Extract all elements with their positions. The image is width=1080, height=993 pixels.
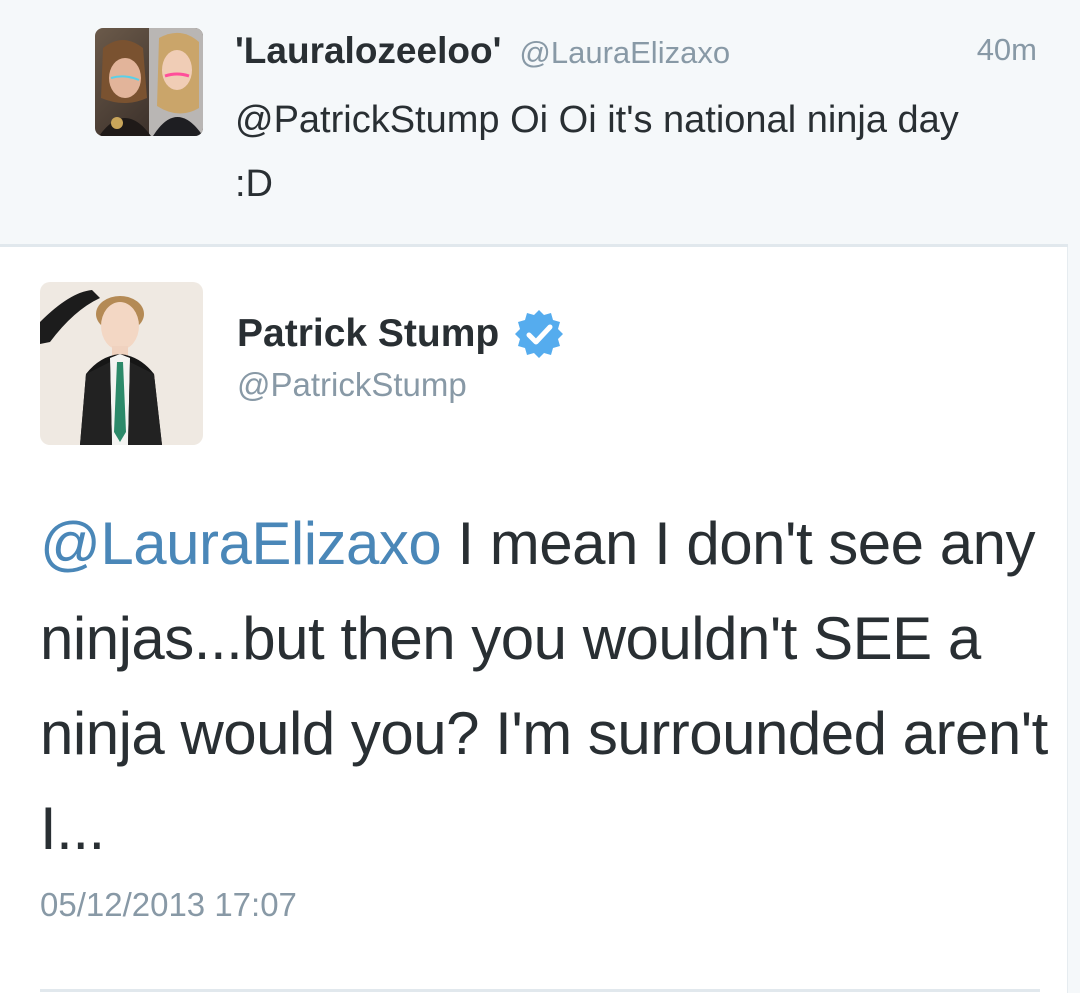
verified-badge-icon (513, 308, 565, 360)
main-display-name-text[interactable]: Patrick Stump (237, 312, 499, 356)
avatar-lauralozeeloo[interactable] (95, 28, 203, 136)
reply-display-name[interactable]: 'Lauralozeeloo' (235, 30, 501, 71)
mention-link[interactable]: @LauraElizaxo (40, 510, 442, 577)
divider (40, 989, 1040, 992)
main-handle[interactable]: @PatrickStump (237, 366, 467, 404)
reply-handle[interactable]: @LauraElizaxo (519, 35, 730, 70)
scrollbar-track (1067, 0, 1080, 993)
avatar-patrick-stump[interactable] (40, 282, 203, 445)
avatar-image (95, 28, 203, 136)
reply-tweet-text: @PatrickStump Oi Oi it's national ninja … (235, 99, 959, 205)
avatar-image (40, 282, 203, 445)
reply-tweet[interactable]: 'Lauralozeeloo' @LauraElizaxo 40m @Patric… (0, 0, 1068, 247)
tweet-timestamp[interactable]: 05/12/2013 17:07 (40, 886, 297, 924)
main-display-name[interactable]: Patrick Stump (237, 308, 565, 360)
reply-time: 40m (976, 32, 1037, 67)
reply-tweet-header: 'Lauralozeeloo' @LauraElizaxo 40m (235, 30, 1045, 76)
main-tweet-text: @LauraElizaxo I mean I don't see any nin… (40, 496, 1050, 876)
